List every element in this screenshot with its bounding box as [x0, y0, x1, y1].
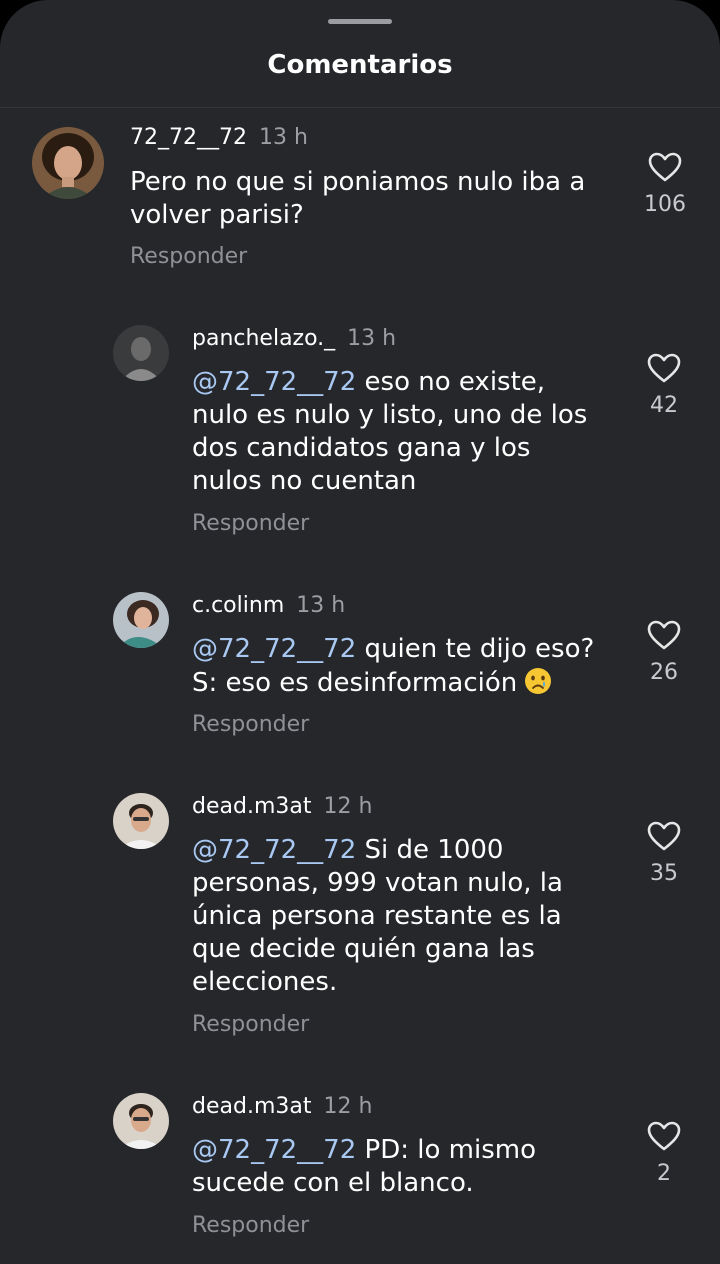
comment-username[interactable]: 72_72__72 — [130, 125, 247, 150]
comment-text-line: S: eso es desinformación — [192, 668, 518, 698]
like-count: 35 — [650, 861, 678, 886]
avatar[interactable] — [113, 325, 169, 381]
comments-sheet: Comentarios 72_72__72 13 h Pero no que si… — [0, 0, 720, 1264]
comment-text-line: Pero no que si poniamos nulo iba a — [130, 167, 586, 197]
crying-face-emoji — [523, 666, 553, 696]
drag-handle[interactable] — [328, 19, 392, 24]
like-count: 26 — [650, 660, 678, 685]
heart-outline-icon — [647, 620, 681, 650]
reply-button[interactable]: Responder — [192, 1012, 309, 1037]
comment-text-line: quien te dijo eso? — [356, 634, 595, 664]
comment-text-line: personas, 999 votan nulo, la — [192, 868, 563, 898]
comment-time: 12 h — [323, 794, 373, 819]
reply-button[interactable]: Responder — [130, 244, 247, 269]
heart-outline-icon — [647, 1121, 681, 1151]
like-count: 2 — [657, 1161, 671, 1186]
comment-time: 13 h — [296, 593, 346, 618]
comment-text-line: nulo es nulo y listo, uno de los — [192, 400, 588, 430]
comment-text-line: PD: lo mismo — [356, 1135, 536, 1165]
comment-text: Pero no que si poniamos nulo iba a volve… — [130, 166, 585, 232]
like-button[interactable]: 106 — [633, 152, 697, 217]
sheet-title: Comentarios — [267, 50, 453, 80]
comment-text-line: dos candidatos gana y los — [192, 433, 531, 463]
like-count: 42 — [650, 393, 678, 418]
comment-text: @72_72__72 PD: lo mismo sucede con el bl… — [192, 1134, 536, 1200]
reply-button[interactable]: Responder — [192, 511, 309, 536]
heart-outline-icon — [647, 353, 681, 383]
comment-text-line: eso no existe, — [356, 367, 546, 397]
mention-link[interactable]: @72_72__72 — [192, 835, 356, 865]
like-count: 106 — [644, 192, 686, 217]
like-button[interactable]: 2 — [632, 1121, 696, 1186]
comment-text-line: elecciones. — [192, 967, 338, 997]
comment-text-line: nulos no cuentan — [192, 466, 417, 496]
comment-text: @72_72__72 Si de 1000 personas, 999 vota… — [192, 834, 563, 999]
comment-username[interactable]: dead.m3at — [192, 794, 311, 819]
reply-button[interactable]: Responder — [192, 712, 309, 737]
comment-username[interactable]: dead.m3at — [192, 1094, 311, 1119]
comment-text-line: única persona restante es la — [192, 901, 562, 931]
avatar[interactable] — [113, 793, 169, 849]
avatar[interactable] — [113, 1093, 169, 1149]
reply-button[interactable]: Responder — [192, 1213, 309, 1238]
mention-link[interactable]: @72_72__72 — [192, 1135, 356, 1165]
comment-text-line: sucede con el blanco. — [192, 1168, 474, 1198]
comment-text-line: Si de 1000 — [356, 835, 504, 865]
header-divider — [0, 107, 720, 108]
mention-link[interactable]: @72_72__72 — [192, 634, 356, 664]
like-button[interactable]: 35 — [632, 821, 696, 886]
comment-time: 13 h — [258, 125, 308, 150]
comment-text-line: que decide quién gana las — [192, 934, 535, 964]
comment-time: 12 h — [323, 1094, 373, 1119]
heart-outline-icon — [647, 821, 681, 851]
comment-text: @72_72__72 quien te dijo eso? S: eso es … — [192, 633, 594, 700]
like-button[interactable]: 42 — [632, 353, 696, 418]
avatar[interactable] — [113, 592, 169, 648]
mention-link[interactable]: @72_72__72 — [192, 367, 356, 397]
heart-outline-icon — [648, 152, 682, 182]
comment-text-line: volver parisi? — [130, 200, 304, 230]
comment-username[interactable]: c.colinm — [192, 593, 284, 618]
like-button[interactable]: 26 — [632, 620, 696, 685]
avatar[interactable] — [32, 127, 104, 199]
comment-username[interactable]: panchelazo._ — [192, 326, 335, 351]
comment-text: @72_72__72 eso no existe, nulo es nulo y… — [192, 366, 587, 498]
comment-time: 13 h — [347, 326, 397, 351]
